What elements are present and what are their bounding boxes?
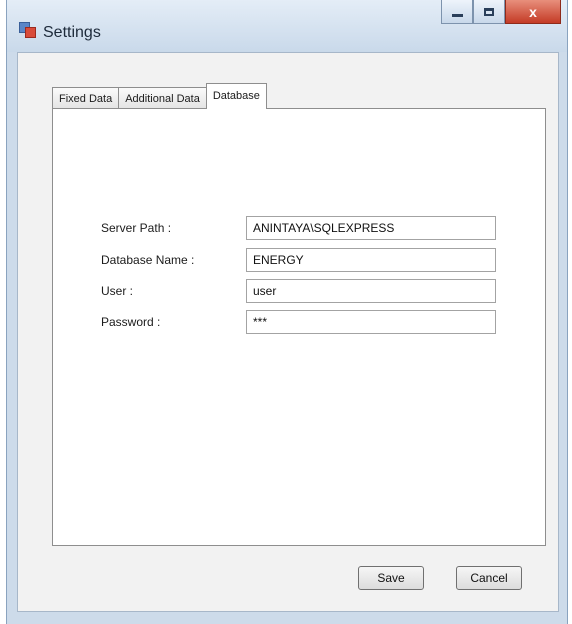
- database-name-row: Database Name :: [53, 248, 545, 274]
- server-path-row: Server Path :: [53, 216, 545, 242]
- maximize-button[interactable]: [473, 0, 505, 24]
- title-bar[interactable]: Settings x: [7, 0, 567, 52]
- tab-database[interactable]: Database: [205, 83, 267, 109]
- database-name-label: Database Name :: [101, 253, 195, 267]
- user-input[interactable]: [246, 279, 496, 303]
- app-icon: [19, 22, 36, 38]
- password-row: Password :: [53, 310, 545, 336]
- close-button[interactable]: x: [505, 0, 561, 24]
- server-path-label: Server Path :: [101, 221, 172, 235]
- user-row: User :: [53, 279, 545, 305]
- save-button[interactable]: Save: [358, 566, 424, 590]
- tab-strip: Fixed Data Additional Data Database: [52, 83, 267, 109]
- client-area: Fixed Data Additional Data Database Serv…: [17, 52, 559, 612]
- minimize-button[interactable]: [441, 0, 473, 24]
- tab-fixed-data[interactable]: Fixed Data: [52, 87, 120, 109]
- maximize-icon: [484, 7, 494, 16]
- settings-window: Settings x Fixed Data Additional Data Da…: [6, 0, 568, 624]
- database-name-input[interactable]: [246, 248, 496, 272]
- cancel-button[interactable]: Cancel: [456, 566, 522, 590]
- database-tab-panel: Server Path : Database Name : User : Pas…: [52, 108, 546, 546]
- caption-buttons: x: [441, 0, 561, 28]
- minimize-icon: [451, 13, 463, 17]
- password-input[interactable]: [246, 310, 496, 334]
- tab-additional-data[interactable]: Additional Data: [118, 87, 207, 109]
- password-label: Password :: [101, 315, 161, 329]
- server-path-input[interactable]: [246, 216, 496, 240]
- user-label: User :: [101, 284, 134, 298]
- close-icon: x: [529, 3, 537, 20]
- window-title: Settings: [43, 24, 101, 41]
